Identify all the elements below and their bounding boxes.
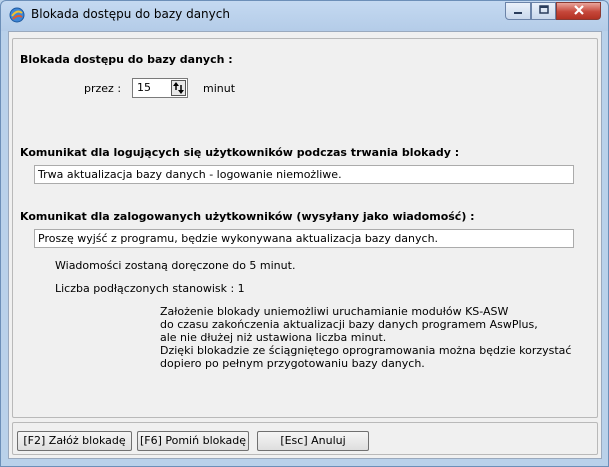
title-bar[interactable]: Blokada dostępu do bazy danych [1,1,608,29]
info-line: Założenie blokady uniemożliwi uruchamian… [160,305,509,318]
info-text: Założenie blokady uniemożliwi uruchamian… [160,305,571,370]
dialog-body: Blokada dostępu do bazy danych : przez :… [8,31,602,459]
info-line: Dzięki blokadzie ze ściągniętego oprogra… [160,344,572,357]
lock-heading: Blokada dostępu do bazy danych : [20,53,233,66]
minimize-button[interactable] [505,2,531,20]
logged-message-input[interactable]: Proszę wyjść z programu, będzie wykonywa… [34,229,574,248]
info-line: ale nie dłużej niż ustawiona liczba minu… [160,331,387,344]
skip-lock-button[interactable]: [F6] Pomiń blokadę [137,431,249,451]
duration-spinner[interactable]: 15 [132,78,188,98]
window-title: Blokada dostępu do bazy danych [31,7,230,21]
duration-label: przez : [84,82,122,95]
maximize-icon [538,5,549,14]
stations-status: Liczba podłączonych stanowisk : 1 [55,282,245,295]
duration-unit: minut [203,82,236,95]
info-line: dopiero po pełnym przygotowaniu bazy dan… [160,357,425,370]
close-button[interactable] [556,2,601,20]
logged-message-heading: Komunikat dla zalogowanych użytkowników … [20,210,475,223]
cancel-button[interactable]: [Esc] Anuluj [257,431,369,451]
login-message-heading: Komunikat dla logujących się użytkownikó… [20,146,460,159]
maximize-button[interactable] [531,2,556,20]
minimize-icon [514,12,522,14]
dialog-window: Blokada dostępu do bazy danych Blokada d… [0,0,609,467]
login-message-input[interactable]: Trwa aktualizacja bazy danych - logowani… [34,165,574,184]
app-icon [9,7,25,23]
apply-lock-button[interactable]: [F2] Załóż blokadę [17,431,132,451]
duration-value[interactable]: 15 [137,81,151,94]
spin-updown-icon [173,82,184,94]
info-line: do czasu zakończenia aktualizacji bazy d… [160,318,538,331]
delivery-status: Wiadomości zostaną doręczone do 5 minut. [55,259,296,272]
close-icon [573,5,584,15]
spinner-arrows[interactable] [171,80,186,96]
